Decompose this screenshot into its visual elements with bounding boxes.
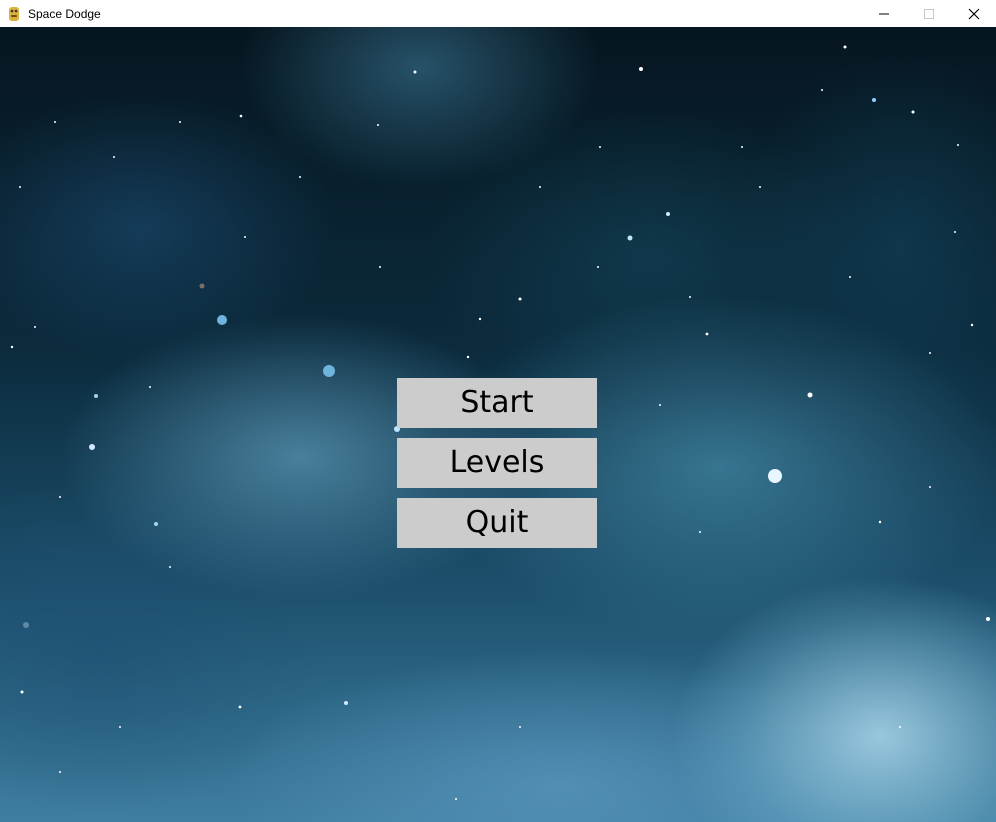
- maximize-button[interactable]: [906, 0, 951, 27]
- start-button[interactable]: Start: [397, 378, 597, 428]
- main-menu: Start Levels Quit: [397, 378, 597, 558]
- minimize-button[interactable]: [861, 0, 906, 27]
- game-window: Space Dodge Start Levels Quit: [0, 0, 996, 822]
- window-controls: [861, 0, 996, 27]
- game-canvas[interactable]: Start Levels Quit: [0, 27, 996, 822]
- window-title: Space Dodge: [28, 6, 101, 21]
- minimize-icon: [878, 13, 889, 14]
- python-logo-icon: [6, 6, 22, 22]
- close-button[interactable]: [951, 0, 996, 27]
- levels-button[interactable]: Levels: [397, 438, 597, 488]
- close-icon: [968, 8, 979, 19]
- quit-button[interactable]: Quit: [397, 498, 597, 548]
- maximize-icon: [923, 8, 934, 19]
- title-bar[interactable]: Space Dodge: [0, 0, 996, 27]
